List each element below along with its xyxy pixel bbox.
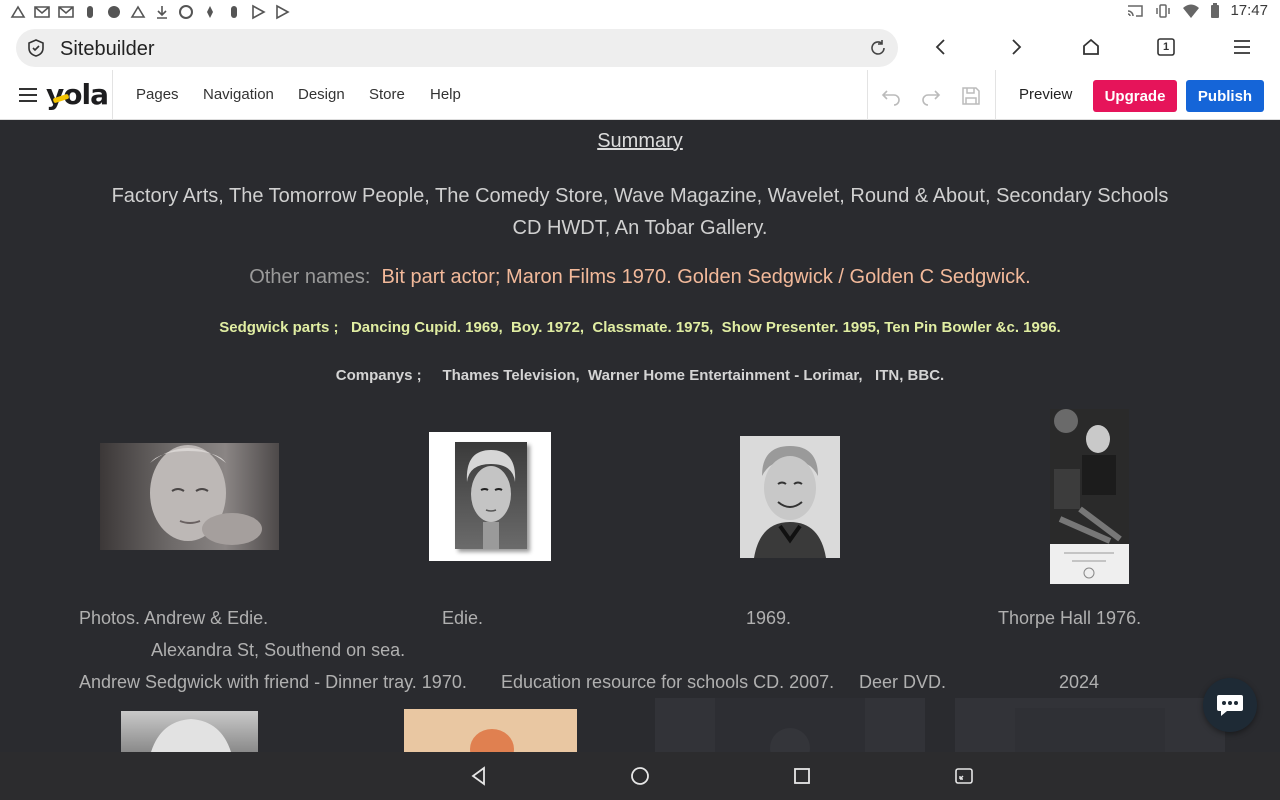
caption-deer-dvd[interactable]: Deer DVD. bbox=[859, 672, 946, 693]
redo-icon[interactable] bbox=[920, 85, 942, 107]
sedgwick-parts[interactable]: Sedgwick parts ; Dancing Cupid. 1969, Bo… bbox=[0, 319, 1280, 336]
home-circle-icon[interactable] bbox=[630, 766, 650, 786]
caption-photos-andrew-edie[interactable]: Photos. Andrew & Edie. bbox=[79, 608, 268, 629]
caption-2024[interactable]: 2024 bbox=[1059, 672, 1099, 693]
other-names-label: Other names: bbox=[249, 266, 371, 288]
menu-navigation[interactable]: Navigation bbox=[203, 86, 274, 103]
undo-icon[interactable] bbox=[880, 85, 902, 107]
tab-count: 1 bbox=[1162, 41, 1170, 53]
caption-education-cd[interactable]: Education resource for schools CD. 2007. bbox=[501, 672, 834, 693]
divider bbox=[995, 70, 996, 120]
forward-button[interactable] bbox=[1005, 36, 1027, 58]
photo-deer-dvd[interactable] bbox=[655, 698, 925, 752]
address-bar[interactable]: Sitebuilder bbox=[16, 29, 898, 67]
recents-square-icon[interactable] bbox=[792, 766, 812, 786]
download-icon bbox=[157, 6, 167, 19]
publish-button[interactable]: Publish bbox=[1186, 80, 1264, 112]
other-names[interactable]: Other names: Bit part actor; Maron Films… bbox=[0, 266, 1280, 289]
menu-pages[interactable]: Pages bbox=[136, 86, 179, 103]
photo-education-cd[interactable] bbox=[404, 709, 577, 752]
vibrate-icon bbox=[1156, 3, 1171, 18]
yola-logo[interactable]: yola bbox=[46, 78, 109, 111]
clock: 17:47 bbox=[1230, 2, 1268, 19]
companies[interactable]: Companys ; Thames Television, Warner Hom… bbox=[0, 367, 1280, 384]
other-names-value: Bit part actor; Maron Films 1970. Golden… bbox=[381, 266, 1031, 288]
play-store-icon bbox=[252, 4, 266, 20]
chevron-left-icon bbox=[935, 39, 945, 55]
home-icon bbox=[1083, 38, 1099, 55]
preview-button[interactable]: Preview bbox=[1019, 86, 1072, 103]
caption-dinner-tray[interactable]: Andrew Sedgwick with friend - Dinner tra… bbox=[79, 672, 467, 693]
cast-icon bbox=[1128, 4, 1144, 17]
play-store-icon bbox=[276, 4, 290, 20]
browser-toolbar: Sitebuilder 1 bbox=[0, 24, 1280, 70]
home-button[interactable] bbox=[1080, 36, 1102, 58]
puzzle-icon bbox=[108, 6, 120, 18]
photo-edie[interactable] bbox=[429, 432, 551, 561]
save-icon[interactable] bbox=[960, 85, 982, 107]
chat-button[interactable] bbox=[1203, 678, 1257, 732]
caption-1969[interactable]: 1969. bbox=[746, 608, 791, 629]
screenshot-icon[interactable] bbox=[954, 766, 974, 786]
drive-icon bbox=[130, 5, 146, 18]
chevron-right-icon bbox=[1012, 39, 1022, 55]
gmail-icon bbox=[58, 6, 74, 18]
wifi-icon bbox=[1183, 4, 1200, 18]
browser-menu-button[interactable] bbox=[1231, 36, 1253, 58]
system-status: 17:47 bbox=[1126, 2, 1268, 19]
summary-paragraph[interactable]: Factory Arts, The Tomorrow People, The C… bbox=[0, 180, 1280, 244]
person-icon bbox=[231, 6, 237, 18]
chat-icon bbox=[1217, 695, 1243, 716]
divider bbox=[867, 70, 868, 120]
summary-heading[interactable]: Summary bbox=[0, 130, 1280, 153]
divider bbox=[112, 70, 113, 120]
notification-icons bbox=[10, 4, 290, 20]
clipped-text-fragment bbox=[430, 120, 490, 124]
gmail-icon bbox=[34, 6, 50, 18]
menu-icon bbox=[1234, 40, 1250, 54]
upgrade-button[interactable]: Upgrade bbox=[1093, 80, 1177, 112]
person-icon bbox=[87, 6, 93, 18]
menu-help[interactable]: Help bbox=[430, 86, 461, 103]
aperture-icon bbox=[179, 5, 193, 19]
caption-edie[interactable]: Edie. bbox=[442, 608, 483, 629]
reload-icon[interactable] bbox=[868, 38, 888, 58]
system-nav-bar bbox=[0, 752, 1280, 800]
back-triangle-icon[interactable] bbox=[469, 766, 489, 786]
battery-icon bbox=[1211, 2, 1220, 18]
photo-thorpe-hall[interactable] bbox=[1050, 409, 1129, 584]
page-canvas[interactable]: Summary Factory Arts, The Tomorrow Peopl… bbox=[0, 120, 1280, 752]
caption-thorpe-hall[interactable]: Thorpe Hall 1976. bbox=[998, 608, 1141, 629]
photo-dinner-tray[interactable] bbox=[121, 711, 258, 752]
caption-alexandra-st[interactable]: Alexandra St, Southend on sea. bbox=[151, 640, 405, 661]
menu-design[interactable]: Design bbox=[298, 86, 345, 103]
back-button[interactable] bbox=[930, 36, 952, 58]
shield-check-icon bbox=[28, 39, 44, 57]
editor-toolbar: yola Pages Navigation Design Store Help … bbox=[0, 70, 1280, 120]
photo-2024[interactable] bbox=[955, 698, 1225, 752]
drive-icon bbox=[10, 5, 26, 18]
status-bar: 17:47 bbox=[0, 0, 1280, 24]
hamburger-icon[interactable] bbox=[18, 86, 38, 104]
photo-1969[interactable] bbox=[740, 436, 840, 558]
menu-store[interactable]: Store bbox=[369, 86, 405, 103]
location-icon bbox=[207, 6, 213, 18]
address-text[interactable]: Sitebuilder bbox=[60, 38, 155, 61]
photo-andrew-and-edie[interactable] bbox=[100, 443, 279, 550]
tabs-button[interactable]: 1 bbox=[1155, 36, 1177, 58]
